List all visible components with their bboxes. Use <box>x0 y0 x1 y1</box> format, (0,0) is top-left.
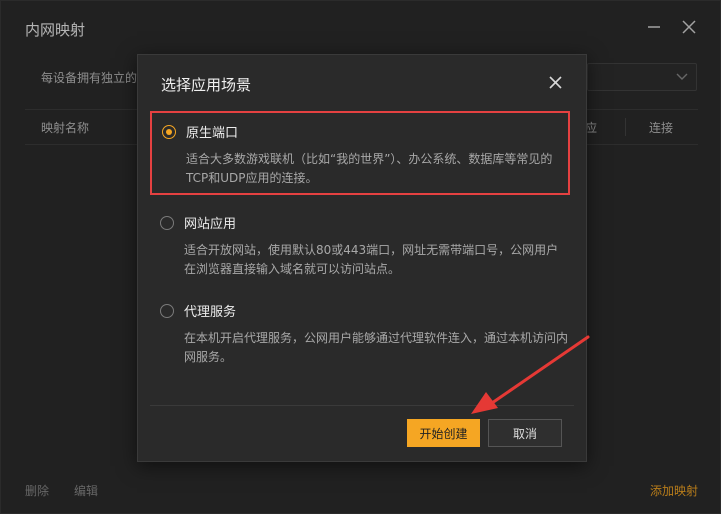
scenario-dialog: 选择应用场景 原生端口 适合大多数游戏联机（比如“我的世界”）、办公系统、数据库… <box>137 54 587 462</box>
start-create-button[interactable]: 开始创建 <box>407 419 480 447</box>
option-description: 适合大多数游戏联机（比如“我的世界”）、办公系统、数据库等常见的TCP和UDP应… <box>186 152 553 185</box>
cancel-button[interactable]: 取消 <box>488 419 562 447</box>
option-native-port[interactable]: 原生端口 适合大多数游戏联机（比如“我的世界”）、办公系统、数据库等常见的TCP… <box>150 111 570 195</box>
dialog-close-button[interactable] <box>544 71 566 93</box>
option-label: 代理服务 <box>184 305 237 320</box>
option-proxy[interactable]: 代理服务 在本机开启代理服务，公网用户能够通过代理软件连入，通过本机访问内网服务… <box>150 293 570 377</box>
radio-proxy[interactable] <box>160 304 174 318</box>
option-website[interactable]: 网站应用 适合开放网站，使用默认80或443端口，网址无需带端口号，公网用户在浏… <box>150 205 570 289</box>
dialog-divider <box>150 405 574 406</box>
close-icon <box>548 75 562 89</box>
option-description: 适合开放网站，使用默认80或443端口，网址无需带端口号，公网用户在浏览器直接输… <box>184 243 559 276</box>
radio-website[interactable] <box>160 216 174 230</box>
option-description: 在本机开启代理服务，公网用户能够通过代理软件连入，通过本机访问内网服务。 <box>184 331 569 364</box>
option-label: 网站应用 <box>184 217 237 232</box>
radio-native-port[interactable] <box>162 125 176 139</box>
option-label: 原生端口 <box>186 126 239 141</box>
dialog-title: 选择应用场景 <box>161 76 252 94</box>
